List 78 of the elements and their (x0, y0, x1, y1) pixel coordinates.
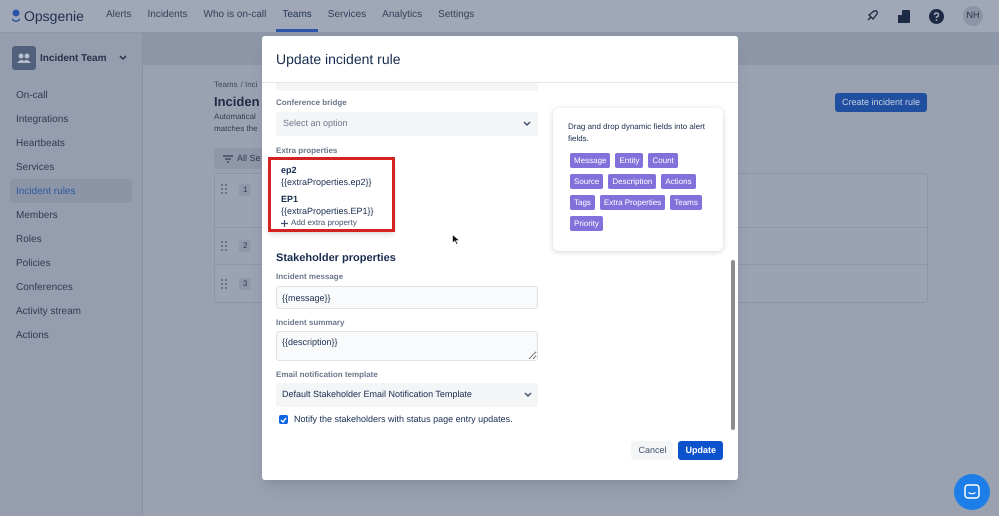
chevron-icon (524, 392, 532, 398)
sidebar-item[interactable]: Roles (10, 227, 132, 251)
help-text: Drag and drop dynamic fields into alert fields. (568, 121, 706, 145)
avatar[interactable]: NH (963, 6, 983, 26)
drag-handle-icon[interactable] (221, 241, 227, 251)
team-name[interactable]: Incident Team (40, 50, 119, 66)
field-label: Incident message (276, 271, 344, 283)
field-label: Extra properties (276, 145, 338, 157)
chevron-icon[interactable] (119, 55, 127, 61)
chat-button[interactable] (954, 474, 990, 510)
property-value: {{extraProperties.ep2}} (281, 176, 373, 188)
field-chip[interactable]: Tags (570, 195, 595, 210)
team-icon (12, 46, 36, 70)
update-button[interactable]: Update (678, 441, 723, 460)
rule-number: 1 (239, 184, 252, 196)
add-property-button[interactable]: Add extra property (281, 218, 357, 228)
rule-number: 3 (239, 278, 252, 290)
sidebar-item[interactable]: Conferences (10, 275, 132, 299)
property-value: {{extraProperties.EP1}} (281, 205, 375, 217)
text-input[interactable]: {{message}} (276, 286, 538, 309)
checkbox[interactable] (279, 415, 288, 424)
sidebar-item[interactable]: Policies (10, 251, 132, 275)
sidebar-item[interactable]: On-call (10, 83, 132, 107)
chevron-icon (523, 121, 531, 127)
property-name: ep2 (281, 164, 298, 176)
property-name: EP1 (281, 193, 300, 205)
nav-tab[interactable]: Incidents (142, 0, 194, 32)
select-field[interactable]: Default Stakeholder Email Notification Template (276, 383, 538, 407)
field-chip[interactable]: Priority (570, 216, 603, 231)
field-chip[interactable]: Extra Properties (600, 195, 666, 210)
dialog-title: Update incident rule (276, 50, 401, 69)
cancel-button[interactable]: Cancel (631, 441, 674, 460)
sidebar-item[interactable]: Services (10, 155, 132, 179)
field-chip[interactable]: Message (570, 153, 610, 168)
breadcrumb-link[interactable]: / Inci (240, 79, 258, 91)
field-chip[interactable]: Description (608, 174, 656, 189)
section-heading: Stakeholder properties (276, 251, 397, 266)
nav-tab[interactable]: Analytics (376, 0, 428, 32)
sidebar-item[interactable]: Actions (10, 323, 132, 347)
scrollbar-thumb[interactable] (731, 260, 735, 430)
page-description: matches the (214, 123, 258, 135)
sidebar-item[interactable]: Heartbeats (10, 131, 132, 155)
nav-tab[interactable]: Who is on-call (198, 0, 272, 32)
nav-tab[interactable]: Services (322, 0, 372, 32)
cursor-icon (452, 234, 460, 245)
nav-tab[interactable]: Settings (432, 0, 480, 32)
field-chip[interactable]: Entity (615, 153, 644, 168)
drag-handle-icon[interactable] (221, 184, 227, 194)
field-chip[interactable]: Teams (670, 195, 702, 210)
rocket-icon[interactable] (865, 9, 879, 23)
check-icon (280, 416, 287, 423)
field-chip[interactable]: Count (648, 153, 678, 168)
drag-handle-icon[interactable] (221, 278, 227, 288)
plus-icon (281, 220, 288, 226)
building-icon[interactable] (898, 10, 910, 22)
filter-icon (223, 154, 233, 162)
checkbox-label: Notify the stakeholders with status page entry updates. (294, 413, 513, 426)
create-rule-button[interactable]: Create incident rule (834, 93, 927, 112)
nav-tab[interactable]: Alerts (100, 0, 138, 32)
field-label: Incident summary (276, 317, 346, 329)
sidebar-item[interactable]: Members (10, 203, 132, 227)
field-label: Conference bridge (276, 97, 348, 109)
sidebar-item[interactable]: Incident rules (10, 179, 132, 203)
select-field[interactable]: Select an option (276, 112, 538, 136)
text-area[interactable]: {{description}} (276, 331, 538, 361)
sidebar-item[interactable]: Integrations (10, 107, 132, 131)
field-label: Email notification template (276, 369, 379, 381)
sidebar-item[interactable]: Activity stream (10, 299, 132, 323)
field-chip[interactable]: Actions (661, 174, 696, 189)
page-title: Inciden (214, 93, 260, 111)
chat-icon (964, 484, 980, 500)
logo-icon (11, 9, 21, 23)
page-description: Automatical (214, 111, 256, 123)
rule-number: 2 (239, 240, 252, 252)
help-icon[interactable] (929, 8, 944, 24)
field-chip[interactable]: Source (570, 174, 604, 189)
logo-text[interactable]: Opsgenie (24, 6, 84, 26)
breadcrumb-link[interactable]: Teams (214, 79, 238, 91)
